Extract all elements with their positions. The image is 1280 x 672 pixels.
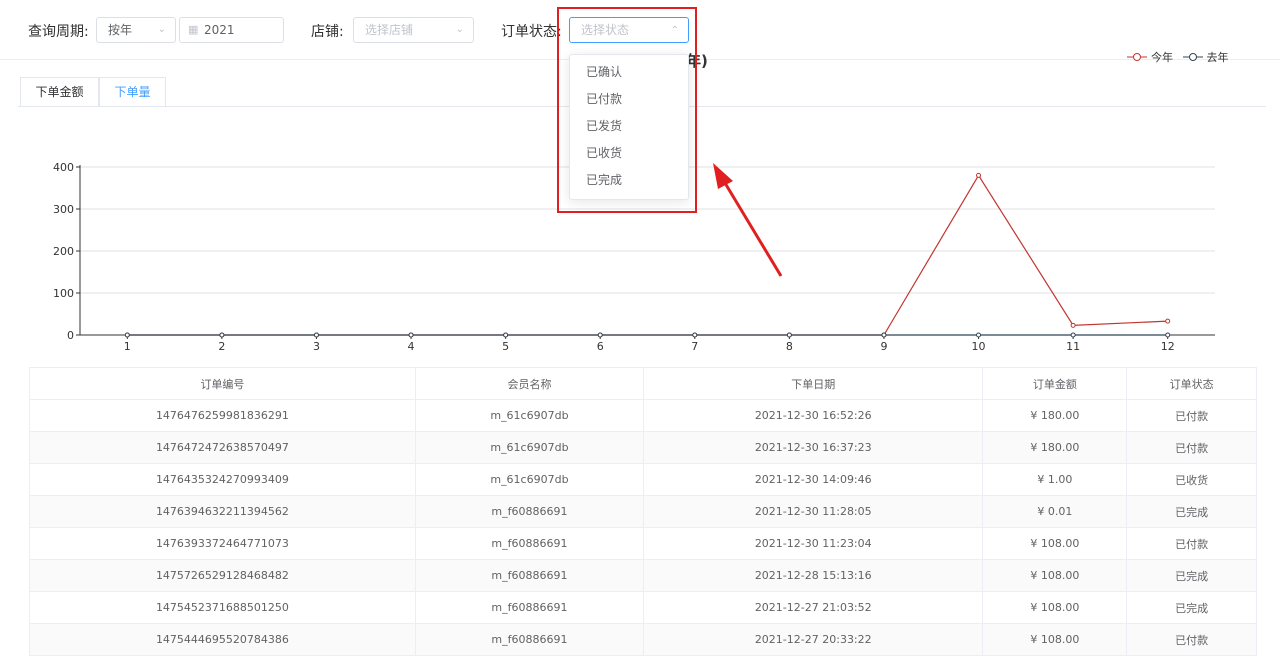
cell-order-id: 1476435324270993409 — [29, 463, 416, 496]
cell-order-amount: ¥ 108.00 — [982, 623, 1128, 656]
x-tick-label: 7 — [691, 340, 698, 353]
table-header-row: 订单编号 会员名称 下单日期 订单金额 订单状态 — [29, 367, 1257, 400]
x-tick-label: 3 — [313, 340, 320, 353]
cell-order-date: 2021-12-27 20:33:22 — [643, 623, 984, 656]
cell-order-id: 1476393372464771073 — [29, 527, 416, 560]
cell-order-amount: ¥ 1.00 — [982, 463, 1128, 496]
cell-order-date: 2021-12-27 21:03:52 — [643, 591, 984, 624]
table-row[interactable]: 1476476259981836291 m_61c6907db 2021-12-30… — [29, 399, 1257, 432]
y-tick-label: 300 — [53, 203, 74, 216]
cell-order-status: 已完成 — [1126, 495, 1257, 528]
data-point — [313, 332, 319, 338]
x-tick-label: 11 — [1066, 340, 1080, 353]
y-tick-label: 200 — [53, 245, 74, 258]
y-tick-label: 0 — [67, 329, 74, 342]
table-row[interactable]: 1475726529128468482 m_f60886691 2021-12-28… — [29, 559, 1257, 592]
cell-member-name: m_61c6907db — [414, 399, 645, 432]
table-row[interactable]: 1476393372464771073 m_f60886691 2021-12-30… — [29, 527, 1257, 560]
x-tick-label: 10 — [972, 340, 986, 353]
cell-order-amount: ¥ 180.00 — [982, 399, 1128, 432]
data-point — [1070, 332, 1076, 338]
cell-member-name: m_f60886691 — [414, 527, 645, 560]
cell-order-date: 2021-12-28 15:13:16 — [643, 559, 984, 592]
data-point — [1165, 332, 1171, 338]
data-point — [976, 172, 982, 178]
cell-order-amount: ¥ 180.00 — [982, 431, 1128, 464]
data-point — [597, 332, 603, 338]
col-member-name: 会员名称 — [414, 367, 645, 400]
cell-order-date: 2021-12-30 11:28:05 — [643, 495, 984, 528]
cell-order-status: 已付款 — [1126, 399, 1257, 432]
data-point — [124, 332, 130, 338]
cell-order-id: 1476476259981836291 — [29, 399, 416, 432]
col-order-status: 订单状态 — [1126, 367, 1257, 400]
data-point — [1070, 322, 1076, 328]
data-point — [219, 332, 225, 338]
x-tick-label: 1 — [124, 340, 131, 353]
cell-order-status: 已付款 — [1126, 431, 1257, 464]
data-point — [692, 332, 698, 338]
cell-order-status: 已收货 — [1126, 463, 1257, 496]
cell-order-id: 1475444695520784386 — [29, 623, 416, 656]
x-tick-label: 9 — [880, 340, 887, 353]
data-point — [881, 332, 887, 338]
cell-order-amount: ¥ 108.00 — [982, 591, 1128, 624]
table-row[interactable]: 1476472472638570497 m_61c6907db 2021-12-30… — [29, 431, 1257, 464]
orders-table: 订单编号 会员名称 下单日期 订单金额 订单状态 147647625998183… — [29, 367, 1257, 656]
cell-order-status: 已付款 — [1126, 527, 1257, 560]
y-tick-label: 400 — [53, 161, 74, 174]
col-order-amount: 订单金额 — [982, 367, 1128, 400]
x-tick-label: 5 — [502, 340, 509, 353]
cell-order-date: 2021-12-30 16:37:23 — [643, 431, 984, 464]
cell-order-status: 已完成 — [1126, 559, 1257, 592]
table-row[interactable]: 1476435324270993409 m_61c6907db 2021-12-30… — [29, 463, 1257, 496]
data-point — [786, 332, 792, 338]
cell-member-name: m_f60886691 — [414, 623, 645, 656]
cell-order-amount: ¥ 108.00 — [982, 527, 1128, 560]
cell-order-date: 2021-12-30 16:52:26 — [643, 399, 984, 432]
table-row[interactable]: 1475452371688501250 m_f60886691 2021-12-27… — [29, 591, 1257, 624]
cell-order-id: 1475452371688501250 — [29, 591, 416, 624]
data-point — [408, 332, 414, 338]
cell-order-status: 已完成 — [1126, 591, 1257, 624]
cell-member-name: m_61c6907db — [414, 463, 645, 496]
x-tick-label: 6 — [597, 340, 604, 353]
cell-order-id: 1476472472638570497 — [29, 431, 416, 464]
data-point — [1165, 318, 1171, 324]
data-point — [976, 332, 982, 338]
data-point — [503, 332, 509, 338]
x-tick-label: 2 — [218, 340, 225, 353]
cell-order-status: 已付款 — [1126, 623, 1257, 656]
cell-order-amount: ¥ 0.01 — [982, 495, 1128, 528]
y-tick-label: 100 — [53, 287, 74, 300]
cell-order-id: 1476394632211394562 — [29, 495, 416, 528]
col-order-date: 下单日期 — [643, 367, 984, 400]
cell-member-name: m_f60886691 — [414, 591, 645, 624]
cell-member-name: m_61c6907db — [414, 431, 645, 464]
cell-order-date: 2021-12-30 11:23:04 — [643, 527, 984, 560]
cell-order-id: 1475726529128468482 — [29, 559, 416, 592]
cell-order-date: 2021-12-30 14:09:46 — [643, 463, 984, 496]
cell-member-name: m_f60886691 — [414, 495, 645, 528]
x-tick-label: 12 — [1161, 340, 1175, 353]
x-tick-label: 4 — [408, 340, 415, 353]
cell-order-amount: ¥ 108.00 — [982, 559, 1128, 592]
x-tick-label: 8 — [786, 340, 793, 353]
highlight-box — [557, 7, 697, 213]
cell-member-name: m_f60886691 — [414, 559, 645, 592]
table-row[interactable]: 1476394632211394562 m_f60886691 2021-12-30… — [29, 495, 1257, 528]
table-row[interactable]: 1475444695520784386 m_f60886691 2021-12-27… — [29, 623, 1257, 656]
col-order-id: 订单编号 — [29, 367, 416, 400]
